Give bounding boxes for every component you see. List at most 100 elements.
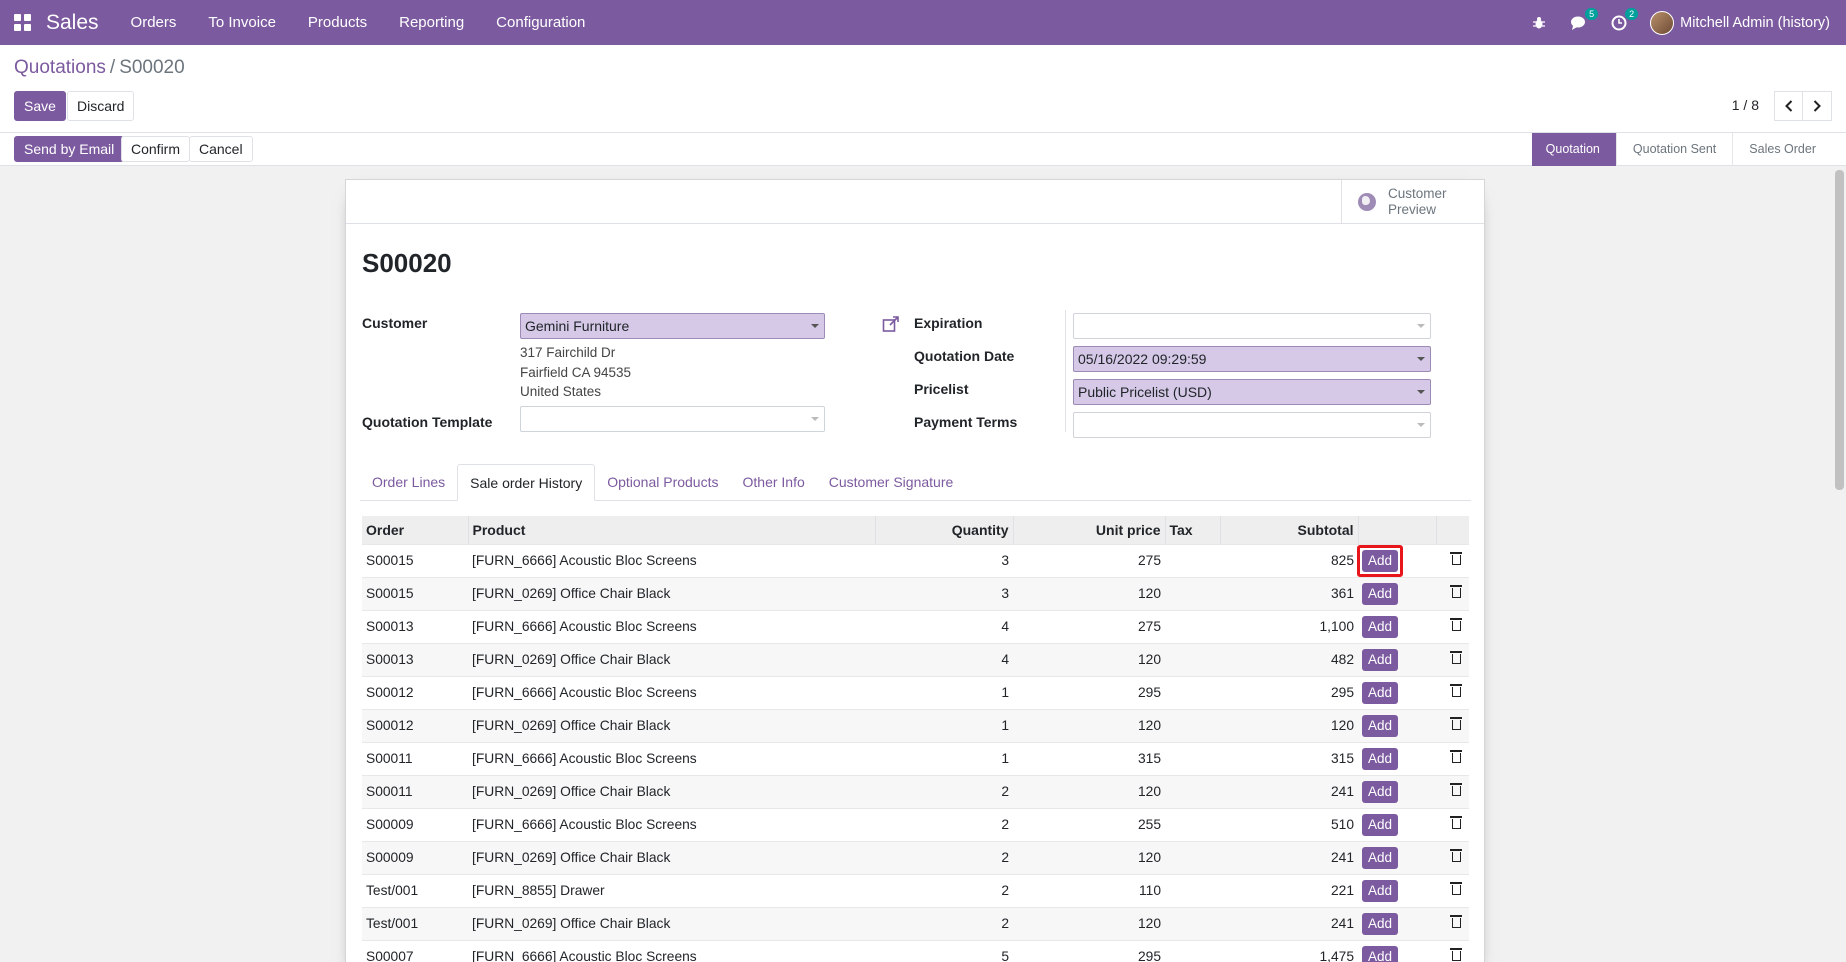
cancel-button[interactable]: Cancel xyxy=(189,136,253,162)
add-line-button[interactable]: Add xyxy=(1362,912,1399,935)
table-row[interactable]: S00011 [FURN_6666] Acoustic Bloc Screens 1… xyxy=(362,741,1469,775)
address-street: 317 Fairchild Dr xyxy=(520,345,616,360)
cell-order: S00011 xyxy=(362,741,468,775)
add-line-button[interactable]: Add xyxy=(1362,780,1399,803)
col-subtotal[interactable]: Subtotal xyxy=(1220,516,1359,544)
cell-unit-price: 120 xyxy=(1013,708,1165,742)
menu-orders[interactable]: Orders xyxy=(115,0,193,45)
trash-icon[interactable] xyxy=(1450,585,1462,598)
debug-bug-icon[interactable] xyxy=(1530,14,1548,32)
pager-value[interactable]: 1 / 8 xyxy=(1732,97,1759,113)
trash-icon[interactable] xyxy=(1450,882,1462,895)
col-product[interactable]: Product xyxy=(468,516,876,544)
trash-icon[interactable] xyxy=(1450,948,1462,961)
add-line-button[interactable]: Add xyxy=(1362,648,1399,671)
pager-next-button[interactable] xyxy=(1803,91,1832,121)
messages-icon[interactable]: 5 xyxy=(1570,7,1599,32)
payment-terms-input[interactable] xyxy=(1073,412,1431,438)
tab-optional-products[interactable]: Optional Products xyxy=(595,464,730,501)
add-line-button[interactable]: Add xyxy=(1362,549,1399,572)
quotation-template-input[interactable] xyxy=(520,406,825,432)
external-link-icon[interactable] xyxy=(882,315,900,333)
tab-order-lines[interactable]: Order Lines xyxy=(360,464,457,501)
add-line-button[interactable]: Add xyxy=(1362,615,1399,638)
add-line-button[interactable]: Add xyxy=(1362,813,1399,836)
table-row[interactable]: S00015 [FURN_6666] Acoustic Bloc Screens 3… xyxy=(362,543,1469,577)
trash-icon[interactable] xyxy=(1450,552,1462,565)
add-line-button[interactable]: Add xyxy=(1362,747,1399,770)
tab-customer-signature[interactable]: Customer Signature xyxy=(817,464,966,501)
menu-products[interactable]: Products xyxy=(292,0,383,45)
trash-icon[interactable] xyxy=(1450,783,1462,796)
col-tax[interactable]: Tax xyxy=(1165,516,1221,544)
quotation-date-input[interactable]: 05/16/2022 09:29:59 xyxy=(1073,346,1431,372)
confirm-button[interactable]: Confirm xyxy=(121,136,191,162)
customer-input[interactable]: Gemini Furniture xyxy=(520,313,825,339)
trash-icon[interactable] xyxy=(1450,750,1462,763)
table-header-row: Order Product Quantity Unit price Tax Su… xyxy=(362,516,1469,544)
stage-pipeline: Quotation Quotation Sent Sales Order xyxy=(1531,133,1832,166)
trash-icon[interactable] xyxy=(1450,684,1462,697)
trash-icon[interactable] xyxy=(1450,618,1462,631)
user-menu[interactable]: Mitchell Admin (history) xyxy=(1650,10,1830,35)
table-row[interactable]: Test/001 [FURN_0269] Office Chair Black 2 1… xyxy=(362,906,1469,940)
cell-tax xyxy=(1165,609,1220,643)
dropdown-caret-icon xyxy=(1417,390,1425,394)
add-line-button[interactable]: Add xyxy=(1362,945,1399,962)
trash-icon[interactable] xyxy=(1450,849,1462,862)
add-line-button[interactable]: Add xyxy=(1362,846,1399,869)
table-row[interactable]: S00013 [FURN_0269] Office Chair Black 4 120… xyxy=(362,642,1469,676)
cell-order: Test/001 xyxy=(362,873,468,907)
app-brand[interactable]: Sales xyxy=(46,11,99,35)
table-row[interactable]: S00012 [FURN_0269] Office Chair Black 1 120… xyxy=(362,708,1469,742)
table-row[interactable]: S00007 [FURN_6666] Acoustic Bloc Screens 5… xyxy=(362,939,1469,962)
col-unit-price[interactable]: Unit price xyxy=(1013,516,1166,544)
add-frame: Add xyxy=(1357,611,1403,643)
add-line-button[interactable]: Add xyxy=(1362,714,1399,737)
table-row[interactable]: S00009 [FURN_6666] Acoustic Bloc Screens 2… xyxy=(362,807,1469,841)
table-row[interactable]: S00013 [FURN_6666] Acoustic Bloc Screens 4… xyxy=(362,609,1469,643)
menu-configuration[interactable]: Configuration xyxy=(480,0,601,45)
expiration-input[interactable] xyxy=(1073,313,1431,339)
table-row[interactable]: Test/001 [FURN_8855] Drawer 2 110 221 Add xyxy=(362,873,1469,907)
trash-icon[interactable] xyxy=(1450,915,1462,928)
trash-icon[interactable] xyxy=(1450,816,1462,829)
col-order[interactable]: Order xyxy=(362,516,469,544)
stage-quotation-sent[interactable]: Quotation Sent xyxy=(1615,133,1732,166)
pager-previous-button[interactable] xyxy=(1774,91,1803,121)
scrollbar-thumb[interactable] xyxy=(1835,170,1844,490)
cell-quantity: 1 xyxy=(875,741,1013,775)
send-by-email-button[interactable]: Send by Email xyxy=(14,136,125,162)
cell-quantity: 1 xyxy=(875,675,1013,709)
table-row[interactable]: S00012 [FURN_6666] Acoustic Bloc Screens 1… xyxy=(362,675,1469,709)
pricelist-input[interactable]: Public Pricelist (USD) xyxy=(1073,379,1431,405)
tab-other-info[interactable]: Other Info xyxy=(731,464,817,501)
add-line-button[interactable]: Add xyxy=(1362,681,1399,704)
apps-menu-icon[interactable] xyxy=(0,0,44,45)
add-line-button[interactable]: Add xyxy=(1362,879,1399,902)
stage-quotation[interactable]: Quotation xyxy=(1531,133,1616,166)
menu-to-invoice[interactable]: To Invoice xyxy=(192,0,292,45)
stage-sales-order[interactable]: Sales Order xyxy=(1732,133,1832,166)
trash-icon[interactable] xyxy=(1450,717,1462,730)
trash-icon[interactable] xyxy=(1450,651,1462,664)
save-button[interactable]: Save xyxy=(14,91,66,121)
cell-product: [FURN_0269] Office Chair Black xyxy=(468,708,875,742)
table-row[interactable]: S00009 [FURN_0269] Office Chair Black 2 120… xyxy=(362,840,1469,874)
record-title: S00020 xyxy=(362,248,452,278)
add-frame: Add xyxy=(1357,809,1403,841)
table-row[interactable]: S00015 [FURN_0269] Office Chair Black 3 120… xyxy=(362,576,1469,610)
add-line-button[interactable]: Add xyxy=(1362,582,1399,605)
customer-value: Gemini Furniture xyxy=(525,318,630,334)
table-row[interactable]: S00011 [FURN_0269] Office Chair Black 2 120… xyxy=(362,774,1469,808)
tab-sale-order-history[interactable]: Sale order History xyxy=(457,464,596,501)
menu-reporting[interactable]: Reporting xyxy=(383,0,480,45)
col-quantity[interactable]: Quantity xyxy=(875,516,1014,544)
dropdown-caret-icon xyxy=(811,417,819,421)
activities-clock-icon[interactable]: 2 xyxy=(1610,7,1639,32)
customer-preview-button[interactable]: Customer Preview xyxy=(1341,180,1484,223)
breadcrumb-quotations-link[interactable]: Quotations xyxy=(14,57,106,78)
breadcrumb-current: S00020 xyxy=(119,57,185,78)
page-scrollbar[interactable] xyxy=(1832,166,1846,962)
discard-button[interactable]: Discard xyxy=(67,91,135,121)
